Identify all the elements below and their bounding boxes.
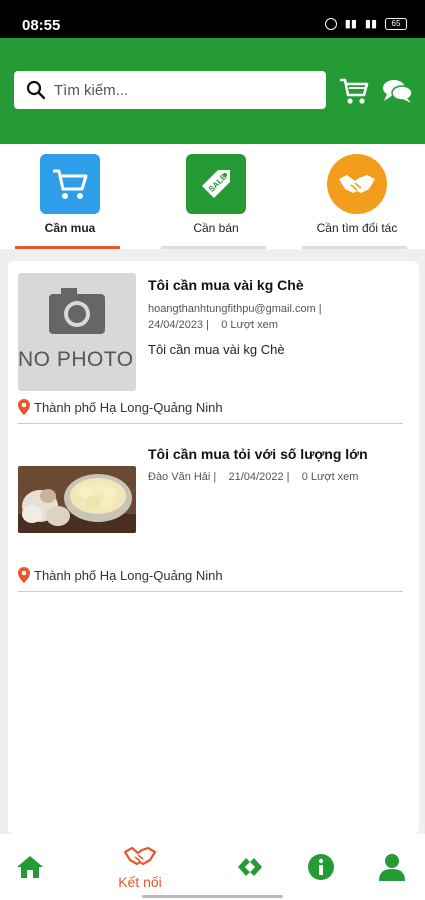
no-photo-text: NO PHOTO xyxy=(18,348,134,371)
location-text: Thành phố Hạ Long-Quảng Ninh xyxy=(34,567,223,583)
nav-info[interactable] xyxy=(291,853,351,886)
home-indicator xyxy=(142,895,283,898)
listing-list: NO PHOTO Tôi cần mua vài kg Chè hoangtha… xyxy=(8,261,419,834)
tab-underline xyxy=(15,246,120,249)
search-input[interactable] xyxy=(54,81,314,99)
listing-thumbnail xyxy=(18,466,136,533)
nav-profile[interactable] xyxy=(362,853,422,886)
tab-label: Cần bán xyxy=(193,221,239,235)
listing-title[interactable]: Tôi cần mua vài kg Chè xyxy=(148,277,304,293)
search-icon xyxy=(26,80,46,100)
tab-label: Cần tìm đối tác xyxy=(316,221,398,235)
listing-meta: hoangthanhtungfithpu@gmail.com | 24/04/2… xyxy=(148,301,408,333)
nav-link[interactable] xyxy=(220,854,280,885)
camera-icon xyxy=(49,288,105,334)
cart-icon xyxy=(40,154,100,214)
info-icon xyxy=(308,854,334,880)
location-pin-icon xyxy=(18,567,30,583)
nav-ket-noi[interactable]: Kết nối xyxy=(110,844,170,890)
listing-description: Tôi cần mua vài kg Chè xyxy=(148,342,285,357)
status-bar: 08:55 ▮▮ ▮▮ 65 xyxy=(0,0,425,38)
handshake-icon xyxy=(327,154,387,214)
tab-underline xyxy=(302,246,407,249)
divider xyxy=(18,423,403,424)
category-tabs: Cần mua SALE Cần bán Cần tìm đối tác xyxy=(0,144,425,249)
app-header xyxy=(0,38,425,144)
tab-can-ban[interactable]: SALE Cần bán xyxy=(161,154,271,249)
location-text: Thành phố Hạ Long-Quảng Ninh xyxy=(34,399,223,415)
nav-label: Kết nối xyxy=(118,874,162,890)
link-icon xyxy=(238,858,262,876)
listing-location: Thành phố Hạ Long-Quảng Ninh xyxy=(18,567,223,583)
listing-location: Thành phố Hạ Long-Quảng Ninh xyxy=(18,399,223,415)
nav-home[interactable] xyxy=(0,854,60,885)
divider xyxy=(18,591,403,592)
status-icons: ▮▮ ▮▮ 65 xyxy=(324,17,407,30)
tab-can-tim-doi-tac[interactable]: Cần tìm đối tác xyxy=(302,154,412,249)
tab-underline xyxy=(161,246,266,249)
tab-can-mua[interactable]: Cần mua xyxy=(15,154,125,249)
listing-date-views: 24/04/2023 | 0 Lượt xem xyxy=(148,319,278,331)
list-item[interactable]: Tôi cần mua tỏi với số lượng lớn Đào Văn… xyxy=(8,436,419,601)
handshake-icon xyxy=(123,846,157,866)
listing-title[interactable]: Tôi cần mua tỏi với số lượng lớn xyxy=(148,446,368,462)
bottom-nav: Kết nối xyxy=(0,834,425,900)
listing-meta: Đào Văn Hải | 21/04/2022 | 0 Lượt xem xyxy=(148,471,359,483)
user-icon xyxy=(379,854,405,881)
no-photo-placeholder: NO PHOTO xyxy=(18,273,136,391)
listing-thumbnail: NO PHOTO xyxy=(18,273,136,391)
chat-icon[interactable] xyxy=(381,76,413,106)
signal-icon: ▮▮ xyxy=(344,18,357,30)
location-pin-icon xyxy=(18,399,30,415)
listing-email: hoangthanhtungfithpu@gmail.com | xyxy=(148,303,322,315)
search-bar[interactable] xyxy=(14,71,326,109)
tab-label: Cần mua xyxy=(44,221,96,235)
list-item[interactable]: NO PHOTO Tôi cần mua vài kg Chè hoangtha… xyxy=(8,261,419,426)
alarm-icon xyxy=(324,17,337,30)
battery-icon: 65 xyxy=(385,17,407,30)
signal-icon-2: ▮▮ xyxy=(364,18,377,30)
cart-icon[interactable] xyxy=(338,76,370,106)
sale-tag-icon: SALE xyxy=(186,154,246,214)
status-time: 08:55 xyxy=(22,17,61,34)
garlic-photo xyxy=(18,466,136,533)
home-icon xyxy=(17,856,43,878)
